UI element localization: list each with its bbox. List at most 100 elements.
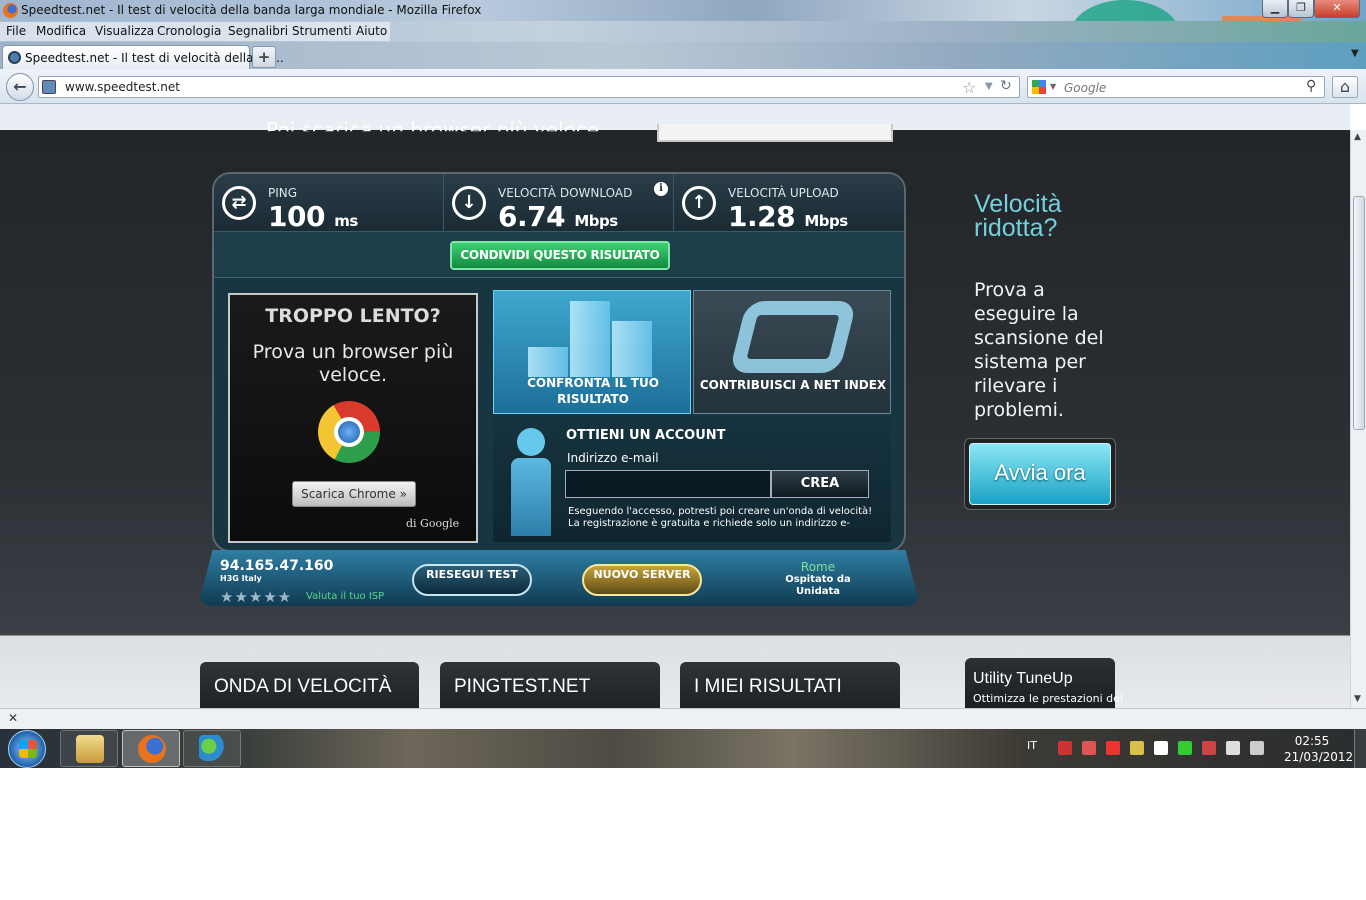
card-pingtest[interactable]: PINGTEST.NET (440, 662, 660, 708)
ping-number: 100 (268, 200, 325, 233)
scroll-down-icon[interactable]: ▼ (1354, 694, 1361, 704)
retest-button[interactable]: RIESEGUI TEST (412, 564, 532, 596)
chrome-ad-by-google: di Google (406, 517, 460, 530)
network-signal-icon[interactable] (1226, 741, 1240, 755)
bar-graphic-block (612, 321, 652, 377)
new-server-button[interactable]: NUOVO SERVER (582, 564, 702, 596)
sidebar-text: Prova a eseguire la scansione del sistem… (974, 279, 1104, 421)
utility-subtitle: Ottimizza le prestazioni del (973, 692, 1123, 705)
menu-modifica[interactable]: Modifica (36, 24, 86, 38)
account-title: OTTIENI UN ACCOUNT (566, 428, 726, 443)
start-scan-button[interactable]: Avvia ora (964, 438, 1116, 510)
card-utility-tuneup[interactable]: Utility TuneUp Ottimizza le prestazioni … (965, 658, 1123, 708)
bar-graphic-icon (528, 301, 658, 377)
clock[interactable]: 02:55 21/03/2012 (1284, 733, 1353, 765)
upload-stat: ↑ VELOCITÀ UPLOAD 1.28 Mbps (674, 174, 904, 233)
email-label: Indirizzo e-mail (567, 451, 659, 465)
sidebar-title: Velocità ridotta? (974, 190, 1062, 242)
menu-visualizza[interactable]: Visualizza (95, 24, 154, 38)
rate-isp-link[interactable]: Valuta il tuo ISP (306, 591, 384, 602)
home-button[interactable]: ⌂ (1332, 76, 1358, 98)
upload-number: 1.28 (728, 200, 796, 233)
start-button[interactable] (8, 730, 46, 768)
account-fine-print-line: Eseguendo l'accesso, potresti poi creare… (568, 506, 873, 517)
menu-file[interactable]: File (6, 24, 26, 38)
site-identity-icon[interactable] (42, 80, 56, 94)
email-input[interactable] (565, 470, 771, 498)
download-unit: Mbps (574, 212, 618, 230)
new-tab-button[interactable]: + (252, 46, 276, 68)
ping-label: PING (268, 186, 298, 200)
person-icon (511, 428, 551, 536)
card-my-results[interactable]: I MIEI RISULTATI (680, 662, 900, 708)
search-icon[interactable]: ⚲ (1306, 78, 1316, 94)
tab-speedtest[interactable]: Speedtest.net - Il test di velocità dell… (2, 45, 284, 69)
upload-unit: Mbps (804, 212, 848, 230)
taskbar-explorer[interactable] (60, 730, 118, 767)
isp-name: H3G Italy (220, 574, 262, 583)
chrome-ad-text: Prova un browser più veloce. (252, 341, 454, 386)
language-indicator[interactable]: IT (1027, 739, 1037, 752)
tray-app-icon[interactable] (1082, 741, 1096, 755)
menu-bar: File Modifica Visualizza Cronologia Segn… (0, 21, 1366, 42)
tray-app-icon[interactable] (1106, 741, 1120, 755)
server-city: Rome (800, 560, 836, 574)
search-placeholder: Google (1064, 81, 1107, 95)
search-engine-dropdown-icon[interactable]: ▼ (1050, 82, 1056, 91)
tray-app-icon[interactable] (1058, 741, 1072, 755)
isp-info: 94.165.47.160 H3G Italy ★★★★★ Valuta il … (220, 558, 384, 606)
start-scan-label: Avvia ora (969, 443, 1111, 505)
tray-app-icon[interactable] (1130, 741, 1144, 755)
info-icon[interactable]: i (654, 182, 668, 196)
scroll-up-icon[interactable]: ▲ (1354, 132, 1361, 142)
tab-bar: Speedtest.net - Il test di velocità dell… (0, 42, 1366, 69)
menu-strumenti[interactable]: Strumenti (292, 24, 352, 38)
show-desktop-button[interactable] (1354, 729, 1366, 768)
close-addon-bar-icon[interactable]: ✕ (8, 711, 18, 725)
net-index-tile[interactable]: CONTRIBUISCI A NET INDEX (693, 290, 891, 414)
addon-bar: ✕ (0, 708, 1366, 729)
url-history-dropdown-icon[interactable]: ▼ (985, 81, 993, 92)
bookmark-star-icon[interactable]: ☆ (962, 78, 976, 97)
ip-address: 94.165.47.160 (220, 558, 334, 574)
chrome-logo-icon (318, 401, 380, 463)
download-chrome-button[interactable]: Scarica Chrome » (292, 481, 416, 507)
tab-list-dropdown-icon[interactable]: ▼ (1351, 48, 1359, 59)
google-engine-icon[interactable] (1032, 80, 1046, 94)
close-window-button[interactable]: ✕ (1314, 0, 1360, 18)
upload-arrow-icon: ↑ (682, 186, 716, 220)
reload-icon[interactable]: ↻ (1000, 78, 1012, 94)
menu-segnalibri[interactable]: Segnalibri (228, 24, 288, 38)
bar-graphic-block (528, 347, 568, 377)
volume-icon[interactable] (1250, 741, 1264, 755)
maximize-button[interactable]: ❐ (1288, 0, 1314, 18)
tray-app-icon[interactable] (1178, 741, 1192, 755)
url-bar[interactable]: www.speedtest.net ☆ ▼ ↻ (38, 76, 1020, 98)
taskbar-messenger[interactable] (183, 730, 241, 767)
share-result-button[interactable]: CONDIVIDI QUESTO RISULTATO (450, 241, 670, 270)
window-title: Speedtest.net - Il test di velocità dell… (21, 3, 482, 17)
navigation-toolbar: ← www.speedtest.net ☆ ▼ ↻ ▼ Google ⚲ ⌂ (0, 69, 1366, 104)
card-speed-wave[interactable]: ONDA DI VELOCITÀ (200, 662, 419, 708)
download-value: 6.74 Mbps (498, 200, 618, 233)
compare-result-tile[interactable]: CONFRONTA IL TUO RISULTATO (493, 290, 691, 414)
back-button[interactable]: ← (6, 73, 34, 101)
tray-app-icon[interactable] (1202, 741, 1216, 755)
action-center-flag-icon[interactable] (1154, 741, 1168, 755)
cut-banner-button[interactable] (657, 124, 893, 142)
ping-icon: ⇄ (222, 186, 256, 220)
taskbar-firefox[interactable] (122, 730, 180, 767)
chrome-logo-center (338, 421, 360, 443)
menu-aiuto[interactable]: Aiuto (356, 24, 387, 38)
isp-rating-stars[interactable]: ★★★★★ (220, 588, 292, 606)
screen: Speedtest.net - Il test di velocità dell… (0, 0, 1366, 768)
firefox-icon (3, 3, 18, 18)
search-bar[interactable]: ▼ Google ⚲ (1027, 76, 1325, 98)
scrollbar-thumb[interactable] (1353, 196, 1365, 430)
menu-cronologia[interactable]: Cronologia (157, 24, 221, 38)
download-stat: ↓ VELOCITÀ DOWNLOAD 6.74 Mbps (444, 174, 674, 233)
page-scrollbar[interactable]: ▲ ▼ (1350, 130, 1366, 708)
create-account-button[interactable]: CREA (771, 470, 869, 498)
windows-logo-icon (19, 740, 37, 758)
minimize-button[interactable]: ▁ (1262, 0, 1288, 18)
